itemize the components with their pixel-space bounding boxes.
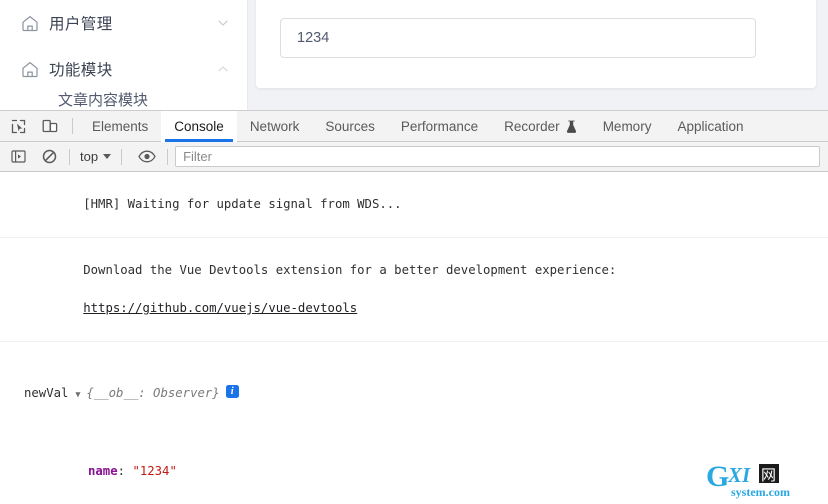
object-preview: {__ob__: Observer} (86, 386, 220, 400)
console-sidebar-icon[interactable] (5, 145, 31, 169)
tab-console[interactable]: Console (161, 110, 237, 142)
sidebar-item-label: 用户管理 (49, 16, 113, 33)
info-badge-icon[interactable]: i (225, 385, 239, 398)
home-icon (20, 59, 40, 79)
tab-label: Recorder (504, 118, 560, 134)
property-separator: : (117, 464, 133, 478)
tab-label: Network (249, 118, 300, 134)
toolbar-divider (167, 148, 169, 165)
tab-memory[interactable]: Memory (590, 111, 665, 142)
app-sidebar: 用户管理 功能模块 文章内容模块 (0, 0, 248, 110)
tab-recorder[interactable]: Recorder (491, 111, 590, 142)
property-key: name (88, 464, 118, 478)
sidebar-item-label: 功能模块 (49, 62, 113, 79)
console-filter-input[interactable]: Filter (175, 146, 820, 167)
console-filter-placeholder: Filter (183, 149, 212, 164)
sidebar-subitem-label: 文章内容模块 (58, 92, 149, 109)
execution-context-label: top (80, 149, 99, 164)
tab-label: Application (677, 118, 744, 134)
console-message-list[interactable]: [HMR] Waiting for update signal from WDS… (0, 172, 828, 503)
tab-elements[interactable]: Elements (79, 111, 161, 142)
tab-performance[interactable]: Performance (388, 111, 491, 142)
sidebar-submenu-clipped[interactable]: 文章内容模块 (0, 92, 248, 110)
experiment-flask-icon (566, 120, 577, 133)
console-message-text: [HMR] Waiting for update signal from WDS… (83, 197, 402, 211)
tab-label: Console (174, 118, 224, 134)
clear-console-icon[interactable] (36, 145, 62, 169)
devtools-panel: Elements Console Network Sources Perform… (0, 110, 828, 504)
property-value: "1234" (132, 464, 177, 478)
chevron-down-icon (103, 154, 112, 159)
object-property-name[interactable]: name: "1234" (0, 462, 828, 481)
tab-sources[interactable]: Sources (312, 111, 388, 142)
expand-triangle-icon[interactable] (75, 384, 85, 405)
console-toolbar: top Filter (0, 142, 828, 172)
sidebar-item-function-modules[interactable]: 功能模块 (0, 46, 248, 92)
inspect-element-icon[interactable] (4, 113, 32, 139)
sidebar-item-user-management[interactable]: 用户管理 (0, 0, 248, 46)
execution-context-selector[interactable]: top (77, 149, 114, 164)
tab-label: Elements (92, 118, 149, 134)
name-input[interactable]: 1234 (280, 18, 756, 58)
tab-label: Memory (602, 118, 652, 134)
tab-application[interactable]: Application (664, 111, 756, 142)
tab-label: Performance (400, 118, 479, 134)
name-input-value: 1234 (297, 30, 330, 46)
object-variable-name: newVal (24, 386, 69, 400)
tab-label: Sources (325, 118, 375, 134)
toolbar-divider (69, 148, 70, 165)
console-message: Download the Vue Devtools extension for … (0, 238, 828, 342)
console-message: [HMR] Waiting for update signal from WDS… (0, 172, 828, 238)
device-toolbar-icon[interactable] (36, 113, 64, 139)
content-card: 1234 (256, 0, 816, 88)
console-message-text: Download the Vue Devtools extension for … (83, 263, 617, 277)
web-app-viewport: 用户管理 功能模块 文章内容模块 1234 (0, 0, 828, 110)
devtools-tab-strip: Elements Console Network Sources Perform… (0, 110, 828, 142)
console-object-newval: newVal {__ob__: Observer} i name: "1234"… (0, 342, 828, 503)
toolbar-divider (121, 148, 123, 165)
vue-devtools-link[interactable]: https://github.com/vuejs/vue-devtools (83, 301, 357, 315)
chevron-down-icon[interactable] (216, 16, 230, 30)
home-icon (20, 13, 40, 33)
object-header[interactable]: newVal {__ob__: Observer} i (0, 384, 828, 405)
tab-network[interactable]: Network (237, 111, 313, 142)
toolbar-divider (72, 118, 73, 134)
chevron-up-icon[interactable] (216, 62, 230, 76)
screen-root: 用户管理 功能模块 文章内容模块 1234 Elements Console N… (0, 0, 828, 504)
eye-icon[interactable] (134, 145, 160, 169)
